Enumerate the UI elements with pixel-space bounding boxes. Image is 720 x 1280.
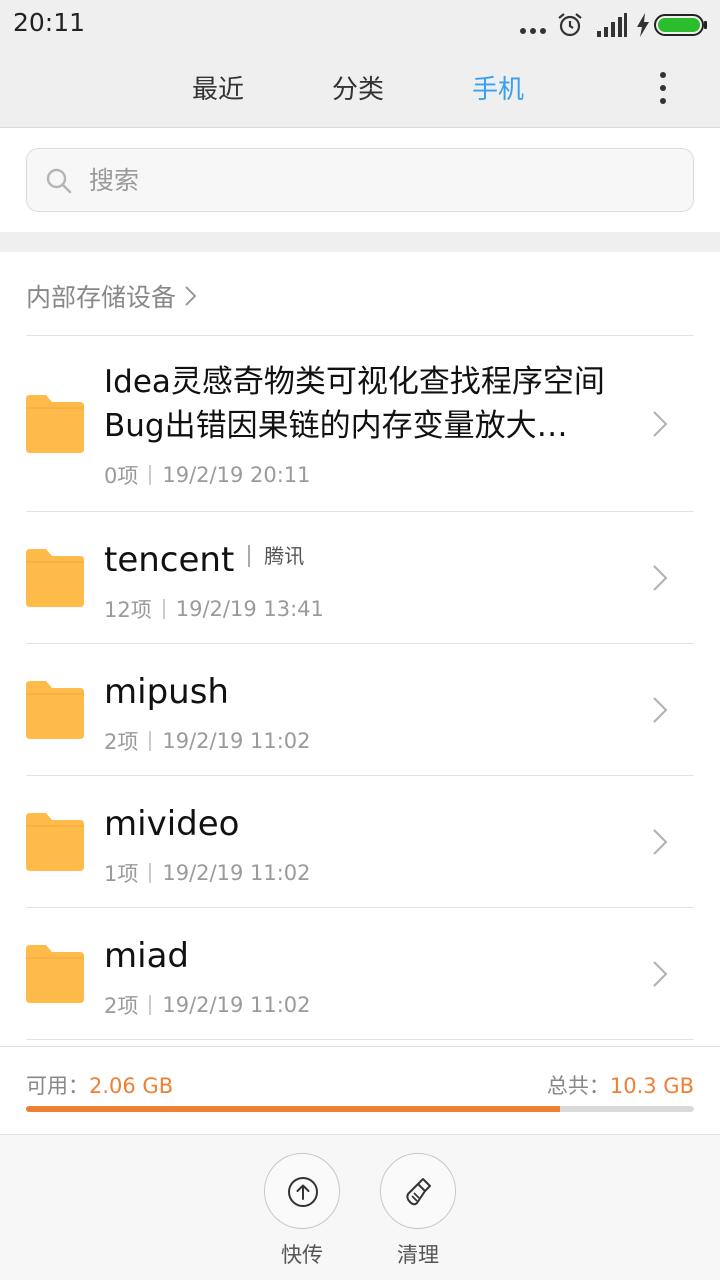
storage-usage-fill (26, 1106, 561, 1112)
more-dots-icon (520, 10, 546, 40)
folder-tag: 腾讯 (264, 543, 305, 568)
folder-meta: 2项 19/2/19 11:02 (104, 990, 311, 1020)
item-count: 2项 (104, 994, 139, 1018)
chevron-right-icon (653, 565, 668, 591)
folder-title-line: tencent 腾讯 (104, 538, 304, 584)
meta-separator (162, 599, 165, 619)
folder-meta: 0项 19/2/19 20:11 (104, 460, 311, 490)
status-icons (520, 10, 708, 40)
breadcrumb[interactable]: 内部存储设备 (26, 276, 198, 316)
tag-separator (248, 544, 251, 567)
folder-meta: 12项 19/2/19 13:41 (104, 594, 324, 624)
upload-icon (288, 1177, 318, 1207)
modified-date: 19/2/19 13:41 (175, 597, 324, 621)
section-gap (0, 232, 720, 252)
folder-icon (26, 681, 84, 739)
folder-name: miad (104, 936, 189, 976)
cleanup-button[interactable] (380, 1153, 456, 1229)
status-bar: 20:11 (0, 0, 720, 50)
search-icon (46, 168, 72, 194)
signal-icon (597, 13, 627, 37)
cleanup-label: 清理 (397, 1243, 439, 1267)
bottom-action-bar: 快传 清理 (0, 1135, 720, 1280)
folder-name: tencent (104, 540, 235, 580)
alarm-icon (558, 13, 582, 37)
tab-phone[interactable]: 手机 (472, 70, 524, 110)
chevron-right-icon (653, 411, 668, 437)
chevron-right-icon (653, 697, 668, 723)
meta-separator (149, 731, 152, 751)
broom-icon (406, 1178, 431, 1206)
chevron-right-icon (653, 961, 668, 987)
modified-date: 19/2/19 20:11 (162, 463, 311, 487)
meta-separator (149, 995, 152, 1015)
divider (26, 1039, 694, 1040)
overflow-menu-icon[interactable] (650, 72, 676, 106)
search-box[interactable] (26, 148, 694, 212)
folder-icon (26, 549, 84, 607)
total-label: 总共： (546, 1074, 610, 1098)
list-item[interactable]: miad 2项 19/2/19 11:02 (0, 908, 720, 1040)
storage-total: 总共：10.3 GB (547, 1070, 694, 1100)
storage-usage-bar (26, 1106, 694, 1112)
available-value: 2.06 GB (89, 1074, 174, 1098)
tab-categories[interactable]: 分类 (332, 70, 384, 110)
available-label: 可用： (26, 1074, 89, 1098)
quick-transfer-label: 快传 (281, 1243, 323, 1267)
tab-bar: 最近 分类 手机 (0, 50, 720, 128)
folder-name: mivideo (104, 804, 240, 844)
quick-transfer-button[interactable] (264, 1153, 340, 1229)
folder-name: mipush (104, 672, 229, 712)
chevron-right-icon (185, 286, 197, 306)
modified-date: 19/2/19 11:02 (162, 993, 311, 1017)
item-count: 12项 (104, 598, 152, 622)
folder-icon (26, 945, 84, 1003)
list-item[interactable]: mivideo 1项 19/2/19 11:02 (0, 776, 720, 908)
list-item[interactable]: tencent 腾讯 12项 19/2/19 13:41 (0, 512, 720, 644)
chevron-right-icon (653, 829, 668, 855)
folder-meta: 2项 19/2/19 11:02 (104, 726, 311, 756)
item-count: 0项 (104, 464, 139, 488)
folder-icon (26, 395, 84, 453)
folder-icon (26, 813, 84, 871)
storage-available: 可用：2.06 GB (26, 1070, 173, 1100)
total-value: 10.3 GB (609, 1074, 694, 1098)
folder-meta: 1项 19/2/19 11:02 (104, 858, 311, 888)
search-input[interactable] (89, 149, 679, 211)
battery-icon (654, 14, 707, 36)
breadcrumb-label: 内部存储设备 (26, 283, 177, 312)
charging-bolt-icon (637, 13, 649, 37)
divider (0, 1046, 720, 1047)
folder-name: Idea灵感奇物类可视化查找程序空间Bug出错因果链的内存变量放大… (104, 364, 605, 444)
meta-separator (149, 863, 152, 883)
modified-date: 19/2/19 11:02 (162, 729, 311, 753)
item-count: 1项 (104, 862, 139, 886)
search-area (0, 128, 720, 232)
item-count: 2项 (104, 730, 139, 754)
modified-date: 19/2/19 11:02 (162, 861, 311, 885)
list-item[interactable]: Idea灵感奇物类可视化查找程序空间Bug出错因果链的内存变量放大… 0项 19… (0, 336, 720, 512)
tab-recent[interactable]: 最近 (192, 70, 244, 110)
list-item[interactable]: mipush 2项 19/2/19 11:02 (0, 644, 720, 776)
status-time: 20:11 (13, 8, 86, 37)
meta-separator (149, 465, 152, 485)
